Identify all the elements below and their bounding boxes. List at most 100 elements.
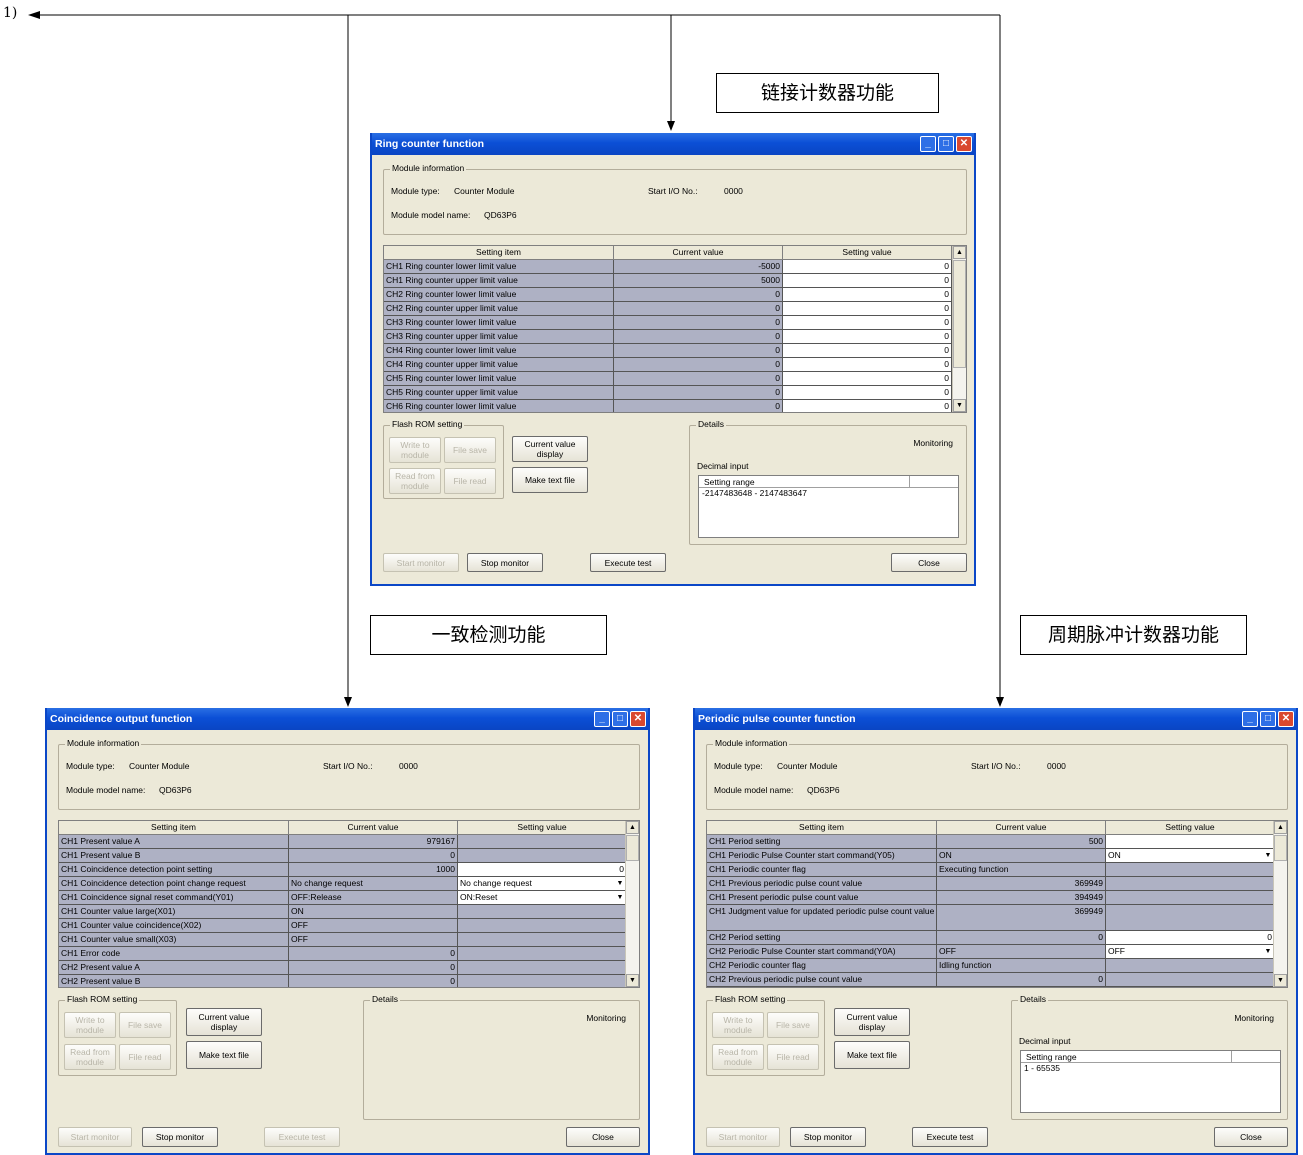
table-row[interactable]: CH1 Coincidence detection point setting 1… (59, 863, 627, 877)
column-header-item[interactable]: Setting item (707, 821, 937, 835)
setting-value-cell[interactable]: OFF ▼ (1106, 945, 1275, 959)
vertical-scrollbar[interactable]: ▲ ▼ (1273, 821, 1287, 987)
column-header-setting[interactable]: Setting value (1106, 821, 1275, 835)
setting-value-cell[interactable]: 0 (783, 302, 952, 316)
make-text-file-button[interactable]: Make text file (834, 1041, 910, 1069)
table-row[interactable]: CH1 Error code 0 (59, 947, 627, 961)
maximize-icon[interactable]: □ (938, 136, 954, 152)
table-row[interactable]: CH1 Present value A 979167 (59, 835, 627, 849)
execute-test-button[interactable]: Execute test (264, 1127, 340, 1147)
scroll-down-icon[interactable]: ▼ (1274, 974, 1287, 987)
stop-monitor-button[interactable]: Stop monitor (467, 553, 543, 572)
column-header-current[interactable]: Current value (614, 246, 783, 260)
write-to-module-button[interactable]: Write to module (389, 437, 441, 463)
close-button[interactable]: Close (891, 553, 967, 572)
make-text-file-button[interactable]: Make text file (512, 467, 588, 493)
setting-value-cell[interactable]: ON:Reset ▼ (458, 891, 627, 905)
maximize-icon[interactable]: □ (612, 711, 628, 727)
write-to-module-button[interactable]: Write to module (712, 1012, 764, 1038)
stop-monitor-button[interactable]: Stop monitor (790, 1127, 866, 1147)
table-row[interactable]: CH2 Ring counter upper limit value 0 0 (384, 302, 952, 316)
column-header-item[interactable]: Setting item (59, 821, 289, 835)
setting-value-cell[interactable]: 0 (1106, 931, 1275, 945)
column-header-current[interactable]: Current value (289, 821, 458, 835)
vertical-scrollbar[interactable]: ▲ ▼ (625, 821, 639, 987)
table-row[interactable]: CH6 Ring counter lower limit value 0 0 (384, 400, 952, 412)
table-row[interactable]: CH1 Previous periodic pulse count value 3… (707, 877, 1275, 891)
setting-value-cell[interactable]: No change request ▼ (458, 877, 627, 891)
file-read-button[interactable]: File read (119, 1044, 171, 1070)
scroll-up-icon[interactable]: ▲ (953, 246, 966, 259)
title-bar[interactable]: Coincidence output function _ □ ✕ (47, 708, 648, 730)
column-header-item[interactable]: Setting item (384, 246, 614, 260)
column-header-setting[interactable]: Setting value (458, 821, 627, 835)
table-row[interactable]: CH2 Periodic Pulse Counter start command… (707, 945, 1275, 959)
table-row[interactable]: CH3 Ring counter lower limit value 0 0 (384, 316, 952, 330)
current-value-display-button[interactable]: Current value display (186, 1008, 262, 1036)
execute-test-button[interactable]: Execute test (590, 553, 666, 572)
read-from-module-button[interactable]: Read from module (712, 1044, 764, 1070)
table-row[interactable]: CH1 Judgment value for updated periodic … (707, 905, 1275, 931)
dropdown-arrow-icon[interactable]: ▼ (615, 878, 625, 889)
table-row[interactable]: CH1 Ring counter upper limit value 5000 0 (384, 274, 952, 288)
start-monitor-button[interactable]: Start monitor (706, 1127, 780, 1147)
file-save-button[interactable]: File save (119, 1012, 171, 1038)
table-row[interactable]: CH5 Ring counter upper limit value 0 0 (384, 386, 952, 400)
table-row[interactable]: CH3 Ring counter upper limit value 0 0 (384, 330, 952, 344)
write-to-module-button[interactable]: Write to module (64, 1012, 116, 1038)
table-row[interactable]: CH1 Counter value small(X03) OFF (59, 933, 627, 947)
scroll-thumb[interactable] (1274, 835, 1287, 861)
table-row[interactable]: CH1 Counter value coincidence(X02) OFF (59, 919, 627, 933)
maximize-icon[interactable]: □ (1260, 711, 1276, 727)
title-bar[interactable]: Periodic pulse counter function _ □ ✕ (695, 708, 1296, 730)
current-value-display-button[interactable]: Current value display (512, 436, 588, 462)
dropdown-arrow-icon[interactable]: ▼ (615, 892, 625, 903)
dropdown-arrow-icon[interactable]: ▼ (1263, 850, 1273, 861)
scroll-down-icon[interactable]: ▼ (626, 974, 639, 987)
file-read-button[interactable]: File read (767, 1044, 819, 1070)
table-row[interactable]: CH1 Periodic counter flag Executing funct… (707, 863, 1275, 877)
setting-value-cell[interactable]: 0 (458, 863, 627, 877)
setting-value-cell[interactable]: 0 (783, 288, 952, 302)
setting-value-cell[interactable]: 0 (783, 330, 952, 344)
stop-monitor-button[interactable]: Stop monitor (142, 1127, 218, 1147)
table-row[interactable]: CH4 Ring counter upper limit value 0 0 (384, 358, 952, 372)
setting-value-cell[interactable]: 0 (783, 316, 952, 330)
scroll-up-icon[interactable]: ▲ (1274, 821, 1287, 834)
table-row[interactable]: CH4 Ring counter lower limit value 0 0 (384, 344, 952, 358)
table-row[interactable]: CH2 Period setting 0 0 (707, 931, 1275, 945)
table-row[interactable]: CH2 Present value A0 (59, 961, 627, 975)
column-header-current[interactable]: Current value (937, 821, 1106, 835)
title-bar[interactable]: Ring counter function _ □ ✕ (372, 133, 974, 155)
table-row[interactable]: CH2 Previous periodic pulse count value 0 (707, 973, 1275, 987)
table-row[interactable]: CH1 Coincidence signal reset command(Y01… (59, 891, 627, 905)
table-row[interactable]: CH1 Present periodic pulse count value 39… (707, 891, 1275, 905)
setting-value-cell[interactable]: 0 (783, 274, 952, 288)
scroll-thumb[interactable] (953, 260, 966, 368)
setting-value-cell[interactable]: 0 (783, 344, 952, 358)
close-button[interactable]: Close (1214, 1127, 1288, 1147)
column-header-setting[interactable]: Setting value (783, 246, 952, 260)
scroll-thumb[interactable] (626, 835, 639, 861)
table-row[interactable]: CH1 Period setting 500 (707, 835, 1275, 849)
setting-value-cell[interactable]: 0 (783, 358, 952, 372)
scroll-down-icon[interactable]: ▼ (953, 399, 966, 412)
table-row[interactable]: CH1 Counter value large(X01) ON (59, 905, 627, 919)
file-save-button[interactable]: File save (444, 437, 496, 463)
table-row[interactable]: CH1 Coincidence detection point change r… (59, 877, 627, 891)
table-row[interactable]: CH1 Ring counter lower limit value -5000 0 (384, 260, 952, 274)
current-value-display-button[interactable]: Current value display (834, 1008, 910, 1036)
setting-value-cell[interactable]: 0 (783, 400, 952, 412)
start-monitor-button[interactable]: Start monitor (58, 1127, 132, 1147)
close-icon[interactable]: ✕ (630, 711, 646, 727)
table-row[interactable]: CH2 Periodic counter flag Idling function (707, 959, 1275, 973)
setting-value-cell[interactable] (1106, 835, 1275, 849)
setting-value-cell[interactable]: ON ▼ (1106, 849, 1275, 863)
start-monitor-button[interactable]: Start monitor (383, 553, 459, 572)
table-row[interactable]: CH2 Present value B0 (59, 975, 627, 987)
close-icon[interactable]: ✕ (956, 136, 972, 152)
execute-test-button[interactable]: Execute test (912, 1127, 988, 1147)
read-from-module-button[interactable]: Read from module (389, 468, 441, 494)
scroll-up-icon[interactable]: ▲ (626, 821, 639, 834)
table-row[interactable]: CH1 Periodic Pulse Counter start command… (707, 849, 1275, 863)
